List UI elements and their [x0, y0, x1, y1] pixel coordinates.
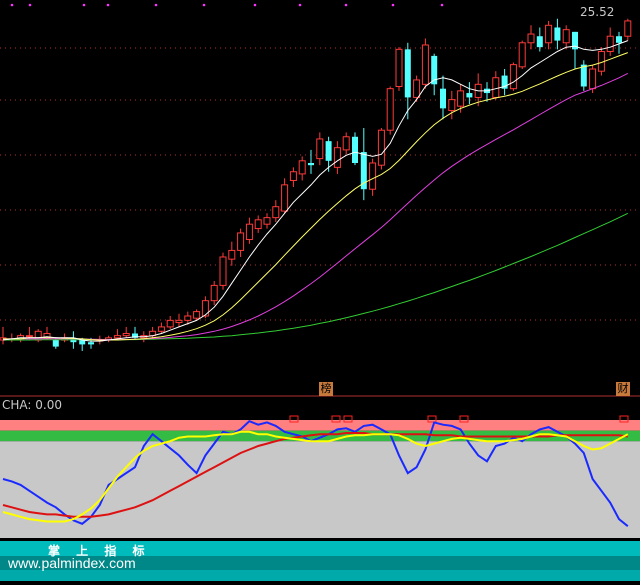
candle-body-18: [157, 326, 165, 332]
candle-body-26: [228, 249, 236, 260]
candle-body-30: [263, 217, 271, 225]
ma-yellow-line: [3, 52, 628, 341]
candle-body-27: [237, 232, 245, 251]
candle-body-25: [219, 256, 227, 286]
candle-body-60: [527, 33, 535, 44]
candle-body-31: [272, 206, 280, 219]
candle-body-14: [122, 332, 130, 337]
candle-body-42: [369, 162, 377, 190]
top-marker-2: [82, 3, 86, 7]
ma-green-line: [3, 212, 629, 341]
candle-body-19: [166, 319, 174, 328]
top-marker-3: [106, 3, 110, 7]
candle-body-46: [404, 49, 411, 98]
candle-body-62: [545, 24, 553, 44]
candle-body-59: [518, 42, 526, 68]
candle-body-20: [175, 319, 183, 324]
candle-body-38: [333, 147, 341, 168]
candle-body-45: [395, 48, 403, 87]
top-marker-7: [298, 3, 302, 7]
candle-body-69: [606, 35, 614, 53]
candle-body-71: [624, 20, 632, 37]
candle-body-21: [184, 315, 192, 321]
candle-body-39: [342, 136, 350, 151]
stock-chart: 25.52 榜 财 CHA: 0.00 掌 上 指 标 www.palminde…: [0, 0, 640, 581]
candle-body-6: [52, 340, 59, 347]
candle-body-29: [254, 219, 262, 230]
candle-body-50: [440, 88, 446, 109]
candle-body-58: [509, 64, 517, 90]
candle-body-64: [562, 29, 570, 44]
top-marker-4: [154, 3, 158, 7]
candle-body-28: [245, 223, 253, 240]
candle-body-33: [289, 171, 297, 181]
candle-body-35: [308, 162, 314, 166]
candle-body-67: [589, 68, 597, 90]
candle-body-63: [554, 27, 561, 41]
chart-canvas: [0, 3, 640, 581]
candle-body-13: [113, 335, 121, 339]
candle-body-53: [466, 93, 473, 98]
band-2: [0, 441, 640, 538]
footer-url[interactable]: www.palmindex.com: [8, 555, 136, 571]
candle-body-51: [448, 99, 456, 112]
cha-label: CHA: 0.00: [2, 398, 62, 412]
candle-body-47: [413, 79, 421, 98]
candle-body-66: [580, 64, 587, 87]
last-price-label: 25.52: [580, 5, 615, 19]
ma-white-line: [2, 40, 628, 342]
candle-body-24: [210, 284, 218, 302]
top-marker-10: [440, 3, 444, 7]
top-marker-6: [253, 3, 257, 7]
candle-body-37: [325, 141, 332, 161]
candle-body-44: [386, 88, 394, 131]
candle-body-70: [616, 36, 622, 43]
candle-body-52: [457, 90, 465, 107]
candle-body-56: [492, 77, 500, 98]
top-marker-9: [391, 3, 395, 7]
badge-cai[interactable]: 财: [616, 382, 630, 396]
candle-body-34: [298, 160, 306, 175]
top-marker-0: [10, 3, 14, 7]
top-marker-8: [344, 3, 348, 7]
candle-body-36: [316, 138, 324, 160]
top-marker-5: [202, 3, 206, 7]
candle-body-10: [88, 342, 94, 345]
ma-magenta-line: [3, 72, 629, 341]
top-marker-1: [28, 3, 32, 7]
candle-body-61: [536, 36, 543, 48]
footer-strip-bottom: [0, 570, 640, 581]
candle-body-32: [281, 184, 289, 212]
candle-body-3: [25, 335, 33, 338]
badge-bang[interactable]: 榜: [319, 382, 333, 396]
candle-body-40: [352, 136, 358, 163]
candle-body-48: [421, 44, 429, 85]
candle-body-22: [193, 311, 201, 319]
candle-body-43: [377, 129, 385, 166]
